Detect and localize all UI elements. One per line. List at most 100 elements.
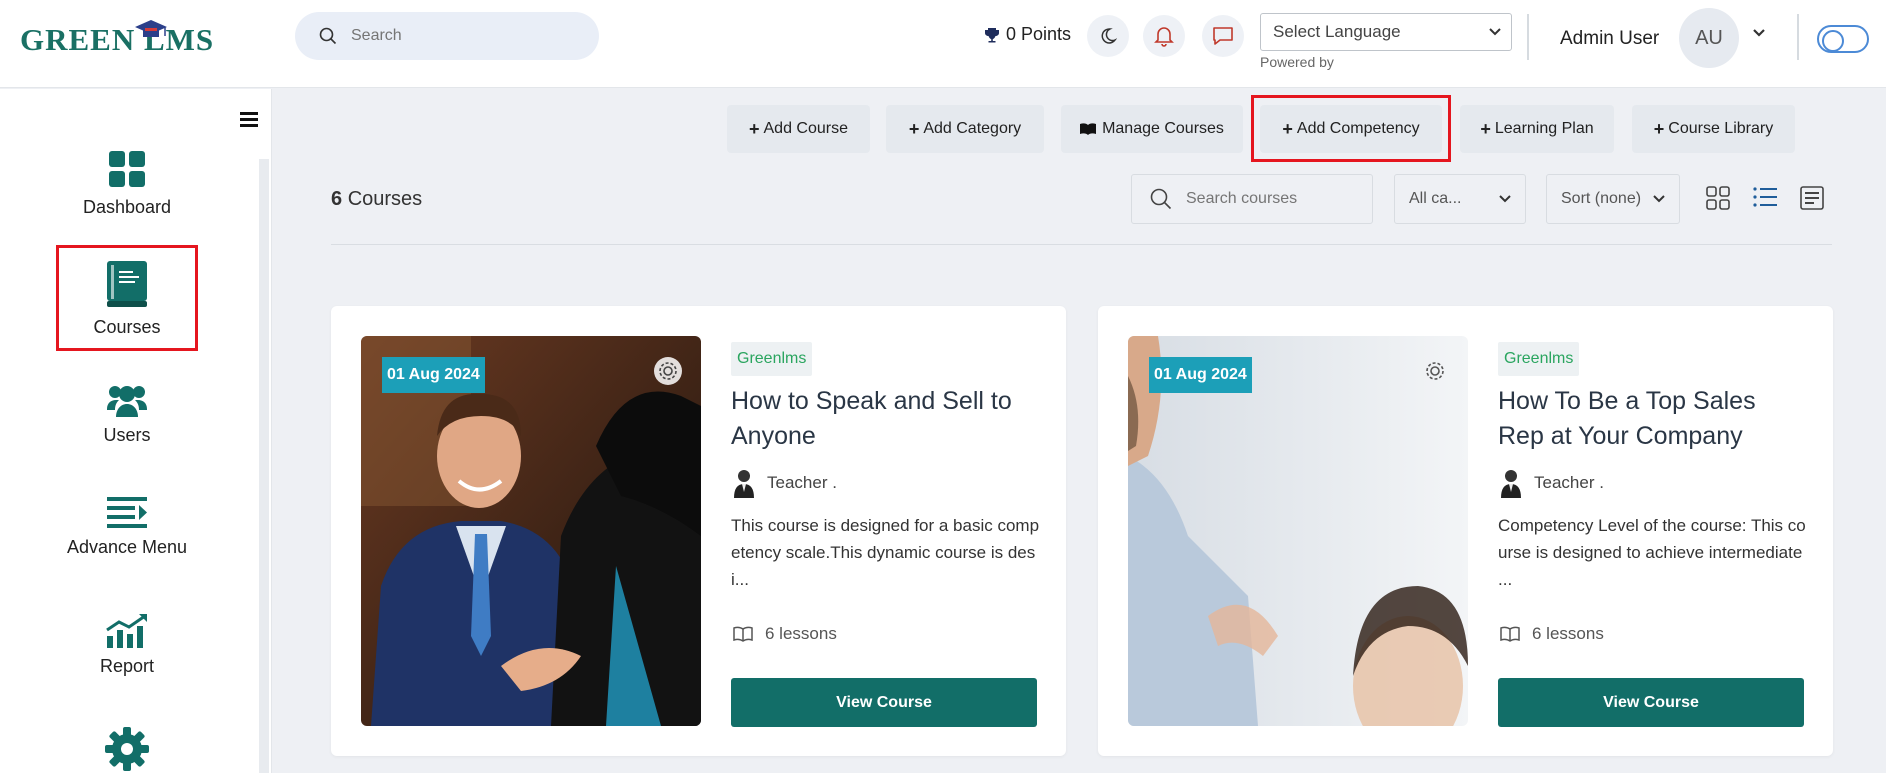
chevron-down-icon	[1653, 195, 1665, 203]
course-card: 01 Aug 2024 Greenlms How To Be a Top Sal…	[1098, 306, 1833, 756]
open-book-icon	[733, 626, 753, 642]
course-search[interactable]	[1131, 174, 1373, 224]
sidebar-item-users[interactable]: Users	[55, 383, 199, 446]
chart-icon	[106, 614, 147, 648]
settings-gear-icon[interactable]	[1420, 356, 1450, 386]
add-category-button[interactable]: + Add Category	[886, 105, 1044, 153]
date-badge: 01 Aug 2024	[1149, 357, 1252, 393]
chevron-down-icon	[1489, 28, 1501, 36]
header-divider-2	[1797, 14, 1799, 60]
course-count: 6 Courses	[331, 188, 422, 211]
sidebar-scrollbar[interactable]	[259, 159, 269, 773]
open-book-icon	[1500, 626, 1520, 642]
course-library-button[interactable]: + Course Library	[1632, 105, 1795, 153]
manage-courses-button[interactable]: Manage Courses	[1061, 105, 1243, 153]
settings-gear-icon[interactable]	[653, 356, 683, 386]
course-image-handshake	[361, 336, 701, 726]
plus-icon: +	[1480, 118, 1491, 139]
course-description: This course is designed for a basic comp…	[731, 516, 1040, 589]
sidebar-item-advance-menu[interactable]: Advance Menu	[55, 497, 199, 558]
global-search[interactable]	[295, 12, 599, 60]
learning-plan-label: Learning Plan	[1494, 120, 1594, 137]
dark-mode-button[interactable]	[1087, 15, 1129, 57]
bell-icon	[1154, 27, 1174, 47]
header-divider	[1527, 14, 1529, 60]
view-course-button[interactable]: View Course	[731, 678, 1037, 727]
add-category-label: Add Category	[923, 120, 1022, 137]
sidebar-item-dashboard[interactable]: Dashboard	[55, 149, 199, 218]
plus-icon: +	[748, 118, 760, 139]
category-tag[interactable]: Greenlms	[731, 342, 813, 376]
logo-text: GREEN LMS	[20, 22, 215, 57]
teacher-name: Teacher .	[767, 473, 837, 492]
language-select[interactable]: Select Language	[1260, 13, 1512, 51]
category-dropdown[interactable]: All ca...	[1394, 174, 1526, 224]
sort-dropdown-value: Sort (none)	[1561, 190, 1642, 207]
category-dropdown-value: All ca...	[1409, 190, 1462, 207]
lessons-count: 6 lessons	[733, 624, 837, 644]
course-thumbnail[interactable]: 01 Aug 2024	[361, 336, 701, 726]
course-card: 01 Aug 2024 Greenlms How to Speak and Se…	[331, 306, 1066, 756]
learning-plan-button[interactable]: + Learning Plan	[1460, 105, 1614, 153]
trophy-icon	[985, 27, 999, 42]
sidebar-item-label: Advance Menu	[66, 537, 188, 557]
detail-view-icon[interactable]	[1800, 186, 1824, 210]
divider	[331, 244, 1832, 245]
users-icon	[107, 386, 147, 417]
teacher-info[interactable]: Teacher .	[1500, 468, 1604, 498]
active-item-highlight	[56, 245, 198, 351]
language-select-value: Select Language	[1273, 22, 1401, 41]
course-description: Competency Level of the course: This cou…	[1498, 516, 1806, 589]
category-tag[interactable]: Greenlms	[1498, 342, 1580, 376]
search-icon	[1150, 188, 1172, 210]
sidebar-item-settings[interactable]	[55, 727, 199, 771]
teacher-name: Teacher .	[1534, 473, 1604, 492]
teacher-avatar	[1501, 470, 1521, 498]
sidebar-item-label: Users	[103, 425, 151, 445]
notifications-button[interactable]	[1143, 15, 1185, 57]
dashboard-icon	[109, 151, 145, 187]
sort-dropdown[interactable]: Sort (none)	[1546, 174, 1680, 224]
chevron-down-icon	[1499, 195, 1511, 203]
sidebar-item-label: Report	[99, 656, 155, 676]
list-view-icon[interactable]	[1753, 186, 1777, 208]
date-badge: 01 Aug 2024	[382, 357, 485, 393]
course-count-number: 6	[331, 188, 343, 210]
points-display[interactable]: 0 Points	[984, 24, 1071, 45]
sidebar-item-label: Dashboard	[82, 197, 172, 217]
search-icon	[319, 27, 337, 45]
moon-icon	[1101, 28, 1117, 44]
user-name[interactable]: Admin User	[1560, 28, 1659, 50]
sidebar-item-report[interactable]: Report	[55, 614, 199, 677]
gear-icon	[105, 727, 149, 771]
course-thumbnail[interactable]: 01 Aug 2024	[1128, 336, 1468, 726]
menu-arrow-icon	[107, 497, 147, 528]
plus-icon: +	[1653, 118, 1665, 139]
course-title[interactable]: How To Be a Top Sales Rep at Your Compan…	[1498, 384, 1798, 454]
logo[interactable]: GREEN LMS	[20, 20, 214, 60]
user-menu-chevron-icon[interactable]	[1752, 28, 1766, 38]
open-book-icon	[1080, 123, 1097, 135]
course-image-pointing	[1128, 336, 1468, 726]
teacher-info[interactable]: Teacher .	[733, 468, 837, 498]
grid-view-icon[interactable]	[1706, 186, 1730, 210]
global-search-input[interactable]	[351, 27, 571, 45]
graduation-cap-icon	[135, 20, 167, 37]
avatar[interactable]: AU	[1679, 8, 1739, 68]
messages-button[interactable]	[1202, 15, 1244, 57]
teacher-avatar	[734, 470, 754, 498]
course-count-label: Courses	[347, 188, 423, 210]
add-course-button[interactable]: + Add Course	[727, 105, 870, 153]
chat-icon	[1213, 27, 1233, 45]
hamburger-menu-icon[interactable]	[240, 111, 258, 127]
theme-toggle[interactable]	[1817, 25, 1869, 53]
top-header: GREEN LMS 0 Points Select Language Power…	[0, 0, 1886, 88]
lessons-count: 6 lessons	[1500, 624, 1604, 644]
add-competency-highlight	[1251, 95, 1451, 162]
course-title[interactable]: How to Speak and Sell to Anyone	[731, 384, 1031, 454]
view-course-button[interactable]: View Course	[1498, 678, 1804, 727]
lessons-label: 6 lessons	[1532, 624, 1604, 643]
course-search-input[interactable]	[1186, 190, 1356, 208]
plus-icon: +	[908, 118, 920, 139]
sidebar: Dashboard Courses Users Advance Menu Rep…	[0, 89, 272, 773]
